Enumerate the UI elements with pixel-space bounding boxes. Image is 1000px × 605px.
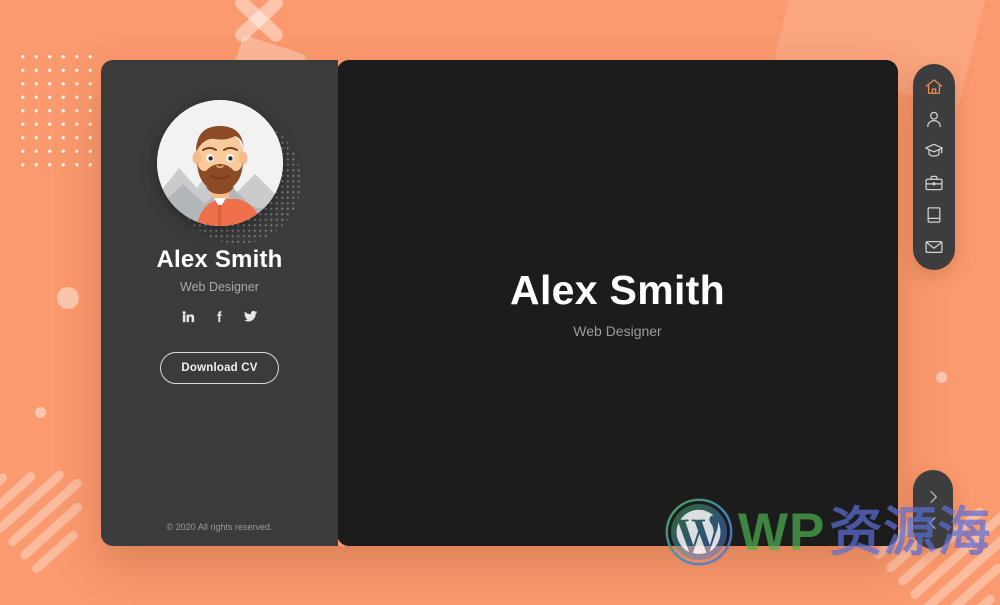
nav-item-contact[interactable] bbox=[923, 236, 945, 258]
profile-sidebar: Alex Smith Web Designer Download CV © 20… bbox=[101, 60, 338, 546]
circle-decoration-large bbox=[57, 287, 79, 309]
twitter-icon[interactable] bbox=[243, 308, 259, 324]
chevron-left-icon bbox=[929, 516, 936, 529]
home-icon bbox=[925, 79, 943, 94]
nav-item-education[interactable] bbox=[923, 140, 945, 162]
profile-name: Alex Smith bbox=[156, 246, 283, 273]
hero-role: Web Designer bbox=[573, 323, 662, 339]
hero-name: Alex Smith bbox=[510, 267, 725, 313]
avatar bbox=[156, 100, 283, 226]
next-button[interactable] bbox=[922, 486, 944, 508]
linkedin-icon[interactable] bbox=[181, 308, 197, 324]
profile-card: Alex Smith Web Designer Download CV © 20… bbox=[101, 60, 898, 546]
profile-role: Web Designer bbox=[180, 280, 259, 294]
envelope-icon bbox=[925, 240, 943, 254]
book-icon bbox=[927, 207, 941, 223]
circle-decoration-small bbox=[35, 407, 46, 418]
download-cv-button[interactable]: Download CV bbox=[160, 352, 279, 384]
social-links bbox=[181, 308, 259, 324]
circle-decoration-right bbox=[936, 372, 947, 383]
briefcase-icon bbox=[925, 175, 943, 191]
user-icon bbox=[927, 111, 941, 128]
navigation-rail bbox=[913, 64, 955, 270]
nav-item-about[interactable] bbox=[923, 108, 945, 130]
nav-item-home[interactable] bbox=[923, 76, 945, 98]
dot-grid-pattern bbox=[14, 48, 94, 170]
facebook-icon[interactable] bbox=[212, 308, 228, 324]
avatar-container bbox=[156, 100, 301, 244]
hero-panel: Alex Smith Web Designer bbox=[337, 60, 898, 546]
chevron-right-icon bbox=[930, 490, 937, 503]
graduation-cap-icon bbox=[925, 143, 943, 157]
pager-controls bbox=[913, 470, 953, 549]
diagonal-stripes-bottom-left bbox=[0, 437, 114, 581]
nav-item-work[interactable] bbox=[923, 172, 945, 194]
copyright-text: © 2020 All rights reserved. bbox=[166, 522, 273, 532]
nav-item-portfolio[interactable] bbox=[923, 204, 945, 226]
previous-button[interactable] bbox=[922, 512, 944, 534]
